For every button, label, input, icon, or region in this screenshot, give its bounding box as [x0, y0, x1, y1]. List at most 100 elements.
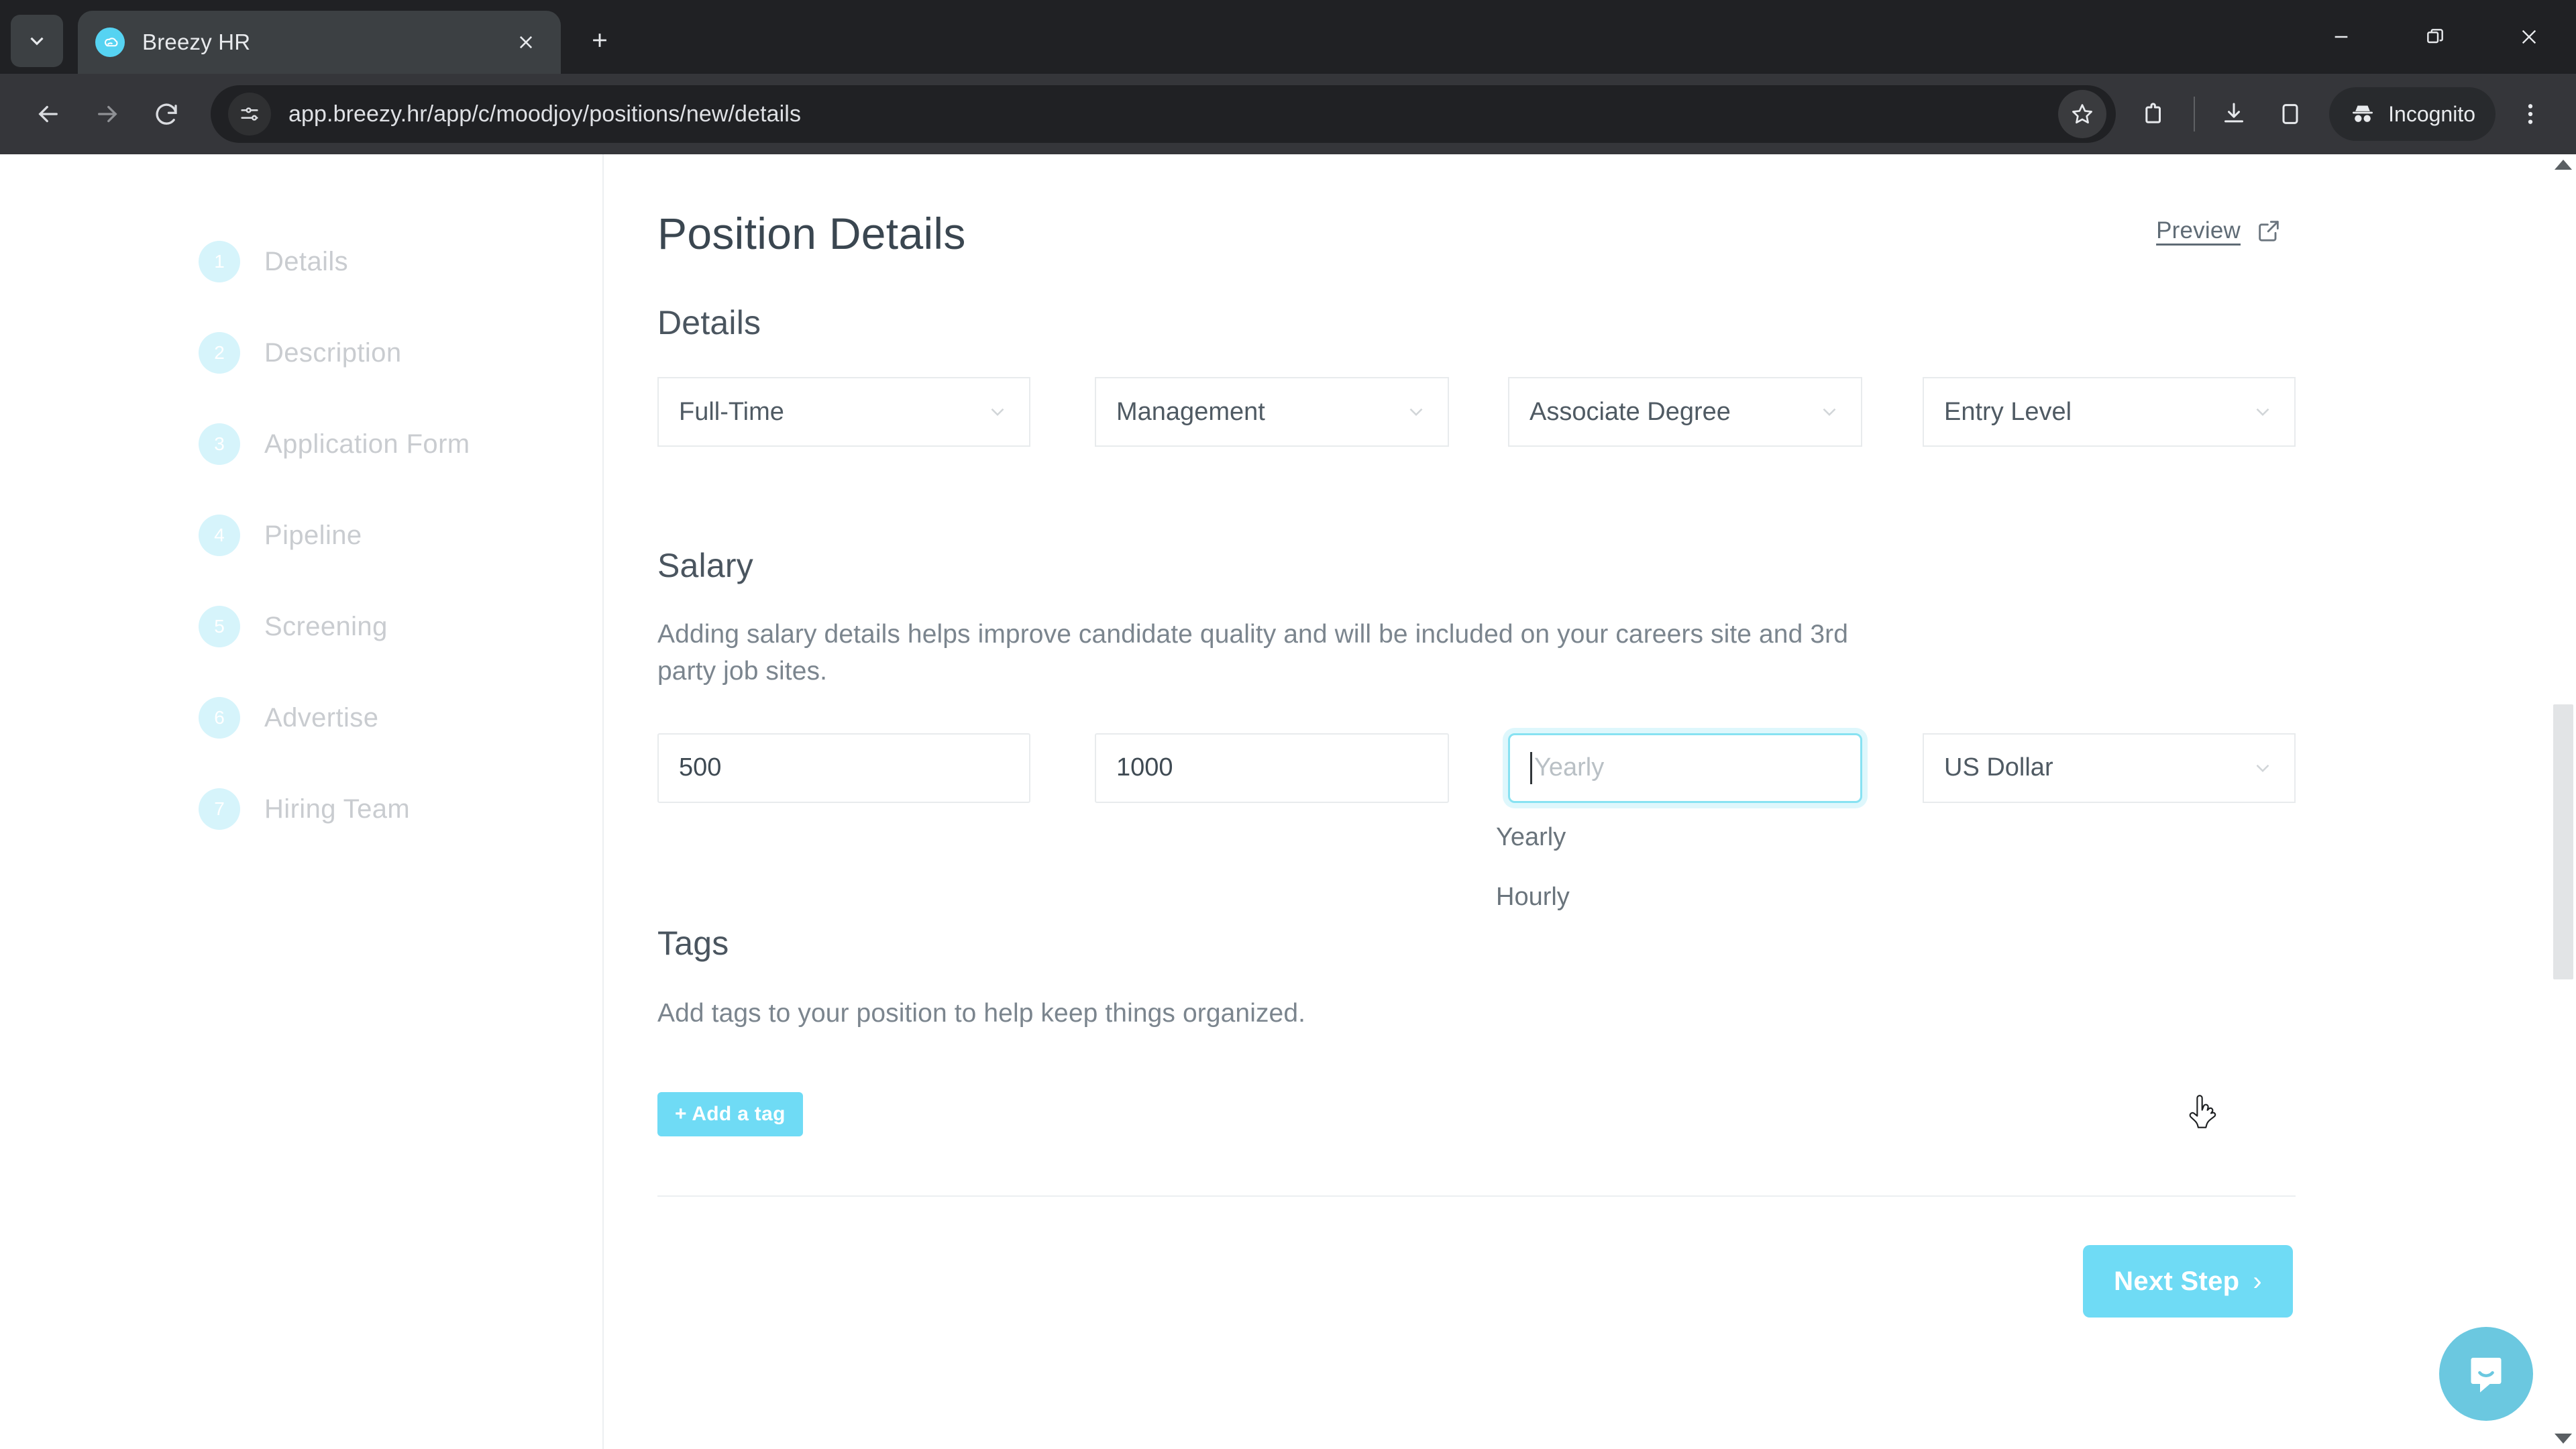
employment-type-select[interactable]: Full-Time: [657, 377, 1030, 447]
restore-icon: [2427, 29, 2443, 44]
salary-period-input[interactable]: Yearly: [1508, 733, 1862, 803]
details-heading: Details: [657, 304, 761, 341]
form-footer: Next Step ›: [604, 1197, 2576, 1318]
sidebar-item-hiring-team[interactable]: 7 Hiring Team: [0, 763, 602, 855]
step-label: Application Form: [264, 429, 470, 459]
extensions-button[interactable]: [2127, 86, 2183, 142]
dropdown-option-yearly[interactable]: Yearly: [1496, 815, 1570, 860]
step-label: Description: [264, 337, 402, 368]
education-value: Associate Degree: [1529, 397, 1731, 426]
sidebar-item-pipeline[interactable]: 4 Pipeline: [0, 490, 602, 581]
step-label: Details: [264, 246, 349, 276]
external-link-icon: [2259, 221, 2279, 241]
step-number: 6: [199, 697, 240, 739]
step-number: 1: [199, 241, 240, 282]
dropdown-option-hourly[interactable]: Hourly: [1496, 875, 1570, 920]
preview-link[interactable]: Preview: [2156, 217, 2282, 244]
currency-value: US Dollar: [1944, 753, 2053, 782]
category-value: Management: [1116, 397, 1265, 426]
close-window-button[interactable]: [2482, 0, 2576, 74]
new-tab-button[interactable]: [581, 21, 619, 59]
close-icon: [519, 36, 533, 49]
page-content: 1 Details 2 Description 3 Application Fo…: [0, 154, 2576, 1449]
add-tag-button[interactable]: + Add a tag: [657, 1092, 803, 1137]
wizard-step-list: 1 Details 2 Description 3 Application Fo…: [0, 154, 604, 1449]
star-icon: [2072, 104, 2093, 124]
sidebar-item-advertise[interactable]: 6 Advertise: [0, 672, 602, 763]
employment-type-value: Full-Time: [679, 397, 784, 426]
browser-menu-button[interactable]: [2504, 87, 2557, 141]
sidebar-item-details[interactable]: 1 Details: [0, 216, 602, 307]
next-step-button[interactable]: Next Step ›: [2083, 1245, 2293, 1318]
side-panel-icon: [2282, 104, 2298, 124]
tab-strip: Breezy HR: [0, 0, 2576, 74]
chevron-down-icon: [2256, 764, 2269, 772]
page-header: Position Details Preview: [657, 208, 2296, 259]
tab-title: Breezy HR: [142, 30, 251, 54]
back-button[interactable]: [19, 85, 78, 144]
chevron-right-icon: ›: [2253, 1266, 2262, 1296]
plus-icon: [593, 34, 606, 47]
salary-period-placeholder: Yearly: [1534, 753, 1605, 782]
side-panel-button[interactable]: [2262, 86, 2318, 142]
bookmark-button[interactable]: [2058, 90, 2107, 138]
browser-window: Breezy HR app.breezy.hr/app/c/moodjoy/po…: [0, 0, 2576, 1449]
chevron-down-icon: [30, 37, 44, 46]
incognito-icon: [2353, 105, 2373, 122]
step-label: Advertise: [264, 702, 379, 733]
scrollbar-thumb[interactable]: [2553, 704, 2573, 979]
reload-button[interactable]: [137, 85, 196, 144]
salary-description: Adding salary details helps improve cand…: [657, 620, 1848, 686]
tags-description: Add tags to your position to help keep t…: [657, 998, 1306, 1028]
text-cursor: [1530, 751, 1532, 784]
salary-period-dropdown[interactable]: Yearly Hourly: [1496, 815, 1570, 920]
downloads-button[interactable]: [2206, 86, 2262, 142]
window-close-icon: [2522, 30, 2536, 44]
scroll-down-arrow[interactable]: [2555, 1434, 2572, 1444]
sidebar-item-application-form[interactable]: 3 Application Form: [0, 398, 602, 490]
maximize-button[interactable]: [2388, 0, 2482, 74]
site-settings-icon[interactable]: [228, 93, 271, 136]
education-select[interactable]: Associate Degree: [1508, 377, 1862, 447]
salary-heading: Salary: [657, 547, 753, 584]
incognito-label: Incognito: [2388, 101, 2475, 126]
forward-button[interactable]: [78, 85, 137, 144]
sidebar-item-screening[interactable]: 5 Screening: [0, 581, 602, 672]
page-scrollbar[interactable]: [2551, 154, 2576, 1449]
experience-select[interactable]: Entry Level: [1923, 377, 2296, 447]
step-number: 3: [199, 423, 240, 465]
category-select[interactable]: Management: [1095, 377, 1449, 447]
browser-toolbar: app.breezy.hr/app/c/moodjoy/positions/ne…: [0, 74, 2576, 154]
close-tab-button[interactable]: [508, 25, 543, 60]
chevron-down-icon: [991, 408, 1004, 417]
download-icon: [2224, 103, 2244, 123]
intercom-chat-button[interactable]: [2439, 1327, 2533, 1421]
details-select-row: Full-Time Management Associate Degree En…: [657, 377, 2296, 447]
position-details-form: Position Details Preview Details Full-Ti…: [604, 154, 2576, 1449]
address-bar[interactable]: app.breezy.hr/app/c/moodjoy/positions/ne…: [211, 85, 2116, 143]
scroll-up-arrow[interactable]: [2555, 160, 2572, 170]
minimize-button[interactable]: [2294, 0, 2388, 74]
step-number: 4: [199, 515, 240, 556]
step-number: 5: [199, 606, 240, 647]
back-arrow-icon: [38, 105, 58, 123]
salary-min-input[interactable]: 500: [657, 733, 1030, 803]
intercom-chat-icon: [2471, 1358, 2502, 1393]
url-text: app.breezy.hr/app/c/moodjoy/positions/ne…: [288, 101, 802, 127]
currency-select[interactable]: US Dollar: [1923, 733, 2296, 803]
step-label: Hiring Team: [264, 794, 411, 824]
forward-arrow-icon: [98, 105, 117, 123]
extensions-icon: [2145, 103, 2161, 123]
three-dot-menu-icon: [2528, 104, 2533, 124]
incognito-indicator[interactable]: Incognito: [2329, 87, 2496, 141]
browser-tab[interactable]: Breezy HR: [78, 11, 561, 74]
salary-max-input[interactable]: 1000: [1095, 733, 1449, 803]
sidebar-item-description[interactable]: 2 Description: [0, 307, 602, 398]
tab-search-button[interactable]: [11, 15, 63, 67]
salary-max-value: 1000: [1116, 753, 1173, 782]
next-step-label: Next Step: [2114, 1266, 2240, 1296]
step-number: 7: [199, 788, 240, 830]
step-label: Screening: [264, 611, 388, 641]
preview-label: Preview: [2156, 217, 2241, 244]
minimize-icon: [2334, 36, 2348, 38]
